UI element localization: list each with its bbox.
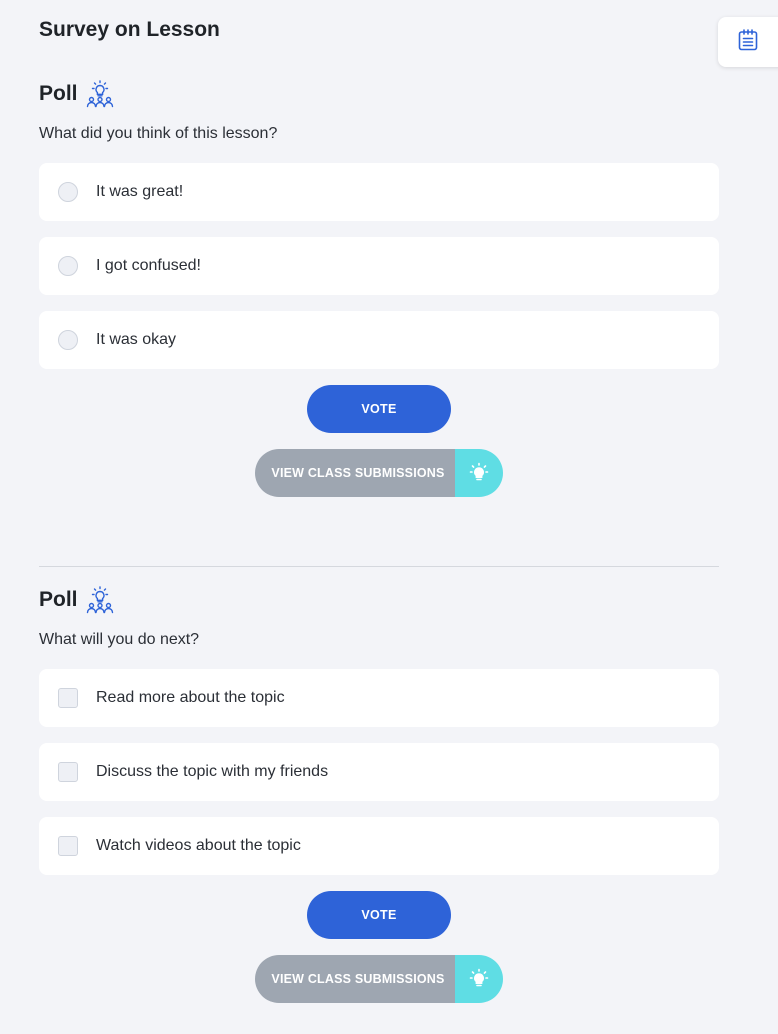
poll-people-icon	[86, 80, 114, 108]
section-divider	[39, 566, 719, 567]
checkbox[interactable]	[58, 688, 78, 708]
checkbox[interactable]	[58, 836, 78, 856]
poll-question: What did you think of this lesson?	[39, 125, 278, 142]
option-label: Read more about the topic	[96, 689, 285, 706]
notes-button[interactable]	[718, 17, 778, 67]
poll-actions: VOTE VIEW CLASS SUBMISSIONS	[39, 385, 719, 497]
radio-button[interactable]	[58, 256, 78, 276]
poll-header: Poll	[39, 585, 719, 615]
option-label: Discuss the topic with my friends	[96, 763, 329, 780]
poll-options: It was great! I got confused! It was oka…	[39, 163, 719, 369]
view-class-submissions-button[interactable]: VIEW CLASS SUBMISSIONS	[255, 449, 503, 497]
option-label: I got confused!	[96, 257, 201, 274]
vote-button[interactable]: VOTE	[307, 385, 451, 433]
page-title: Survey on Lesson	[39, 18, 220, 41]
poll-option[interactable]: Watch videos about the topic	[39, 817, 719, 875]
vote-button[interactable]: VOTE	[307, 891, 451, 939]
lightbulb-icon	[455, 955, 503, 1003]
poll-option[interactable]: It was okay	[39, 311, 719, 369]
poll-title: Poll	[39, 82, 78, 105]
poll-option[interactable]: I got confused!	[39, 237, 719, 295]
lightbulb-icon	[455, 449, 503, 497]
view-class-submissions-label: VIEW CLASS SUBMISSIONS	[255, 449, 455, 497]
option-label: It was great!	[96, 183, 184, 200]
option-label: Watch videos about the topic	[96, 837, 301, 854]
poll-option[interactable]: Read more about the topic	[39, 669, 719, 727]
poll-section-2: Poll What will you do next? Read more ab…	[39, 585, 719, 1003]
poll-people-icon	[86, 586, 114, 614]
view-class-submissions-button[interactable]: VIEW CLASS SUBMISSIONS	[255, 955, 503, 1003]
poll-title: Poll	[39, 588, 78, 611]
poll-option[interactable]: It was great!	[39, 163, 719, 221]
checkbox[interactable]	[58, 762, 78, 782]
radio-button[interactable]	[58, 182, 78, 202]
poll-header: Poll	[39, 79, 719, 109]
option-label: It was okay	[96, 331, 177, 348]
poll-actions: VOTE VIEW CLASS SUBMISSIONS	[39, 891, 719, 1003]
view-class-submissions-label: VIEW CLASS SUBMISSIONS	[255, 955, 455, 1003]
poll-options: Read more about the topic Discuss the to…	[39, 669, 719, 875]
poll-question: What will you do next?	[39, 631, 200, 648]
radio-button[interactable]	[58, 330, 78, 350]
poll-section-1: Poll What did you think of this lesson? …	[39, 79, 719, 497]
poll-option[interactable]: Discuss the topic with my friends	[39, 743, 719, 801]
notepad-icon	[736, 28, 760, 57]
